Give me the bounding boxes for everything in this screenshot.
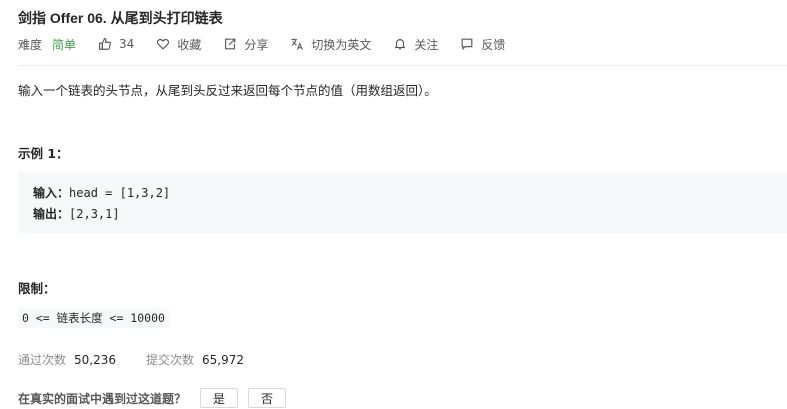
example-output-line: 输出：[2,3,1] — [33, 205, 120, 222]
example-output-value: [2,3,1] — [69, 207, 120, 221]
interview-question: 在真实的面试中遇到过这道题？ 是 否 — [18, 388, 296, 408]
example-output-label: 输出： — [33, 207, 70, 221]
heart-icon — [156, 37, 170, 51]
accepted-count: 50,236 — [74, 352, 117, 367]
share-label: 分享 — [244, 37, 269, 52]
switch-language-label: 切换为英文 — [311, 37, 372, 52]
example-title: 示例 1： — [18, 146, 69, 161]
feedback-icon — [460, 37, 474, 51]
problem-description: 输入一个链表的头节点，从尾到头反过来返回每个节点的值（用数组返回）。 — [18, 83, 437, 98]
feedback-button[interactable]: 反馈 — [460, 36, 505, 53]
follow-button[interactable]: 关注 — [393, 36, 438, 53]
bell-icon — [393, 37, 407, 51]
translate-icon — [290, 37, 304, 51]
favorite-button[interactable]: 收藏 — [156, 36, 201, 53]
no-button[interactable]: 否 — [248, 388, 287, 408]
share-button[interactable]: 分享 — [223, 36, 268, 53]
like-button[interactable]: 34 — [98, 37, 134, 51]
example-code-block: 输入：head = [1,3,2] 输出：[2,3,1] — [18, 172, 787, 233]
yes-button[interactable]: 是 — [200, 388, 239, 408]
follow-label: 关注 — [414, 37, 439, 52]
problem-meta-bar: 难度 简单 34 收藏 分享 切换为英文 关注 反馈 — [18, 36, 527, 52]
interview-question-text: 在真实的面试中遇到过这道题？ — [18, 391, 187, 406]
switch-language-button[interactable]: 切换为英文 — [290, 36, 371, 53]
feedback-label: 反馈 — [481, 37, 506, 52]
limits-title: 限制： — [18, 281, 56, 296]
difficulty-badge: 简单 — [52, 37, 77, 52]
like-count: 34 — [119, 37, 135, 51]
limits-code: 0 <= 链表长度 <= 10000 — [18, 308, 169, 328]
difficulty-label: 难度 — [18, 37, 43, 52]
problem-title: 剑指 Offer 06. 从尾到头打印链表 — [18, 10, 223, 26]
divider — [18, 65, 787, 66]
example-input-value: head = [1,3,2] — [69, 186, 171, 200]
submitted-count: 65,972 — [202, 352, 245, 367]
submission-stats: 通过次数 50,236 提交次数 65,972 — [18, 351, 274, 368]
favorite-label: 收藏 — [177, 37, 202, 52]
example-input-label: 输入： — [33, 186, 70, 200]
accepted-label: 通过次数 — [18, 353, 67, 367]
submitted-label: 提交次数 — [146, 353, 195, 367]
share-icon — [223, 37, 237, 51]
example-input-line: 输入：head = [1,3,2] — [33, 184, 170, 201]
thumbs-up-icon — [98, 37, 112, 51]
